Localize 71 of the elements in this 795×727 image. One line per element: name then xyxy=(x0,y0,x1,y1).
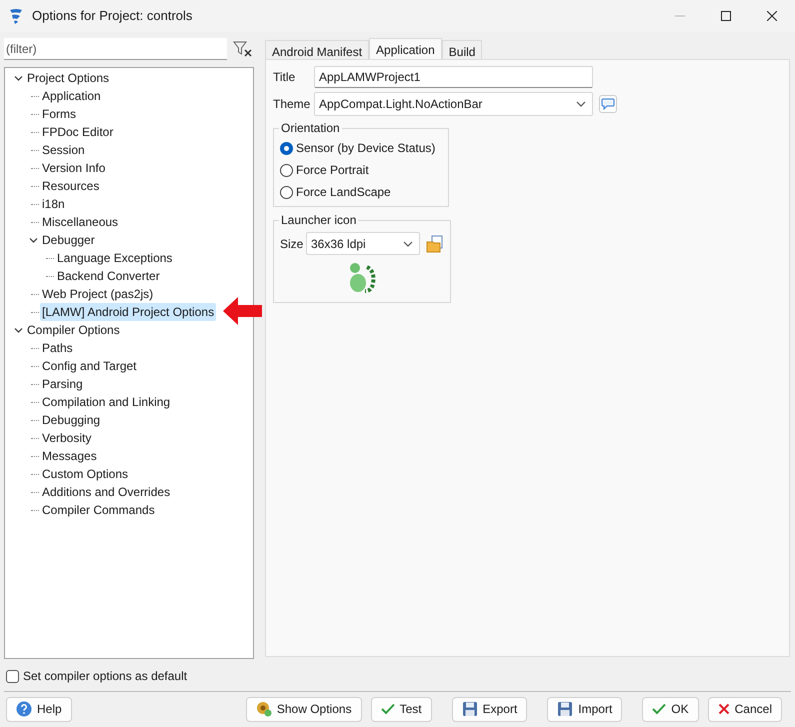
tab[interactable]: Build xyxy=(442,40,482,59)
dialog-button[interactable]: Test xyxy=(370,696,432,722)
clear-filter-icon[interactable] xyxy=(233,40,253,58)
help-icon xyxy=(16,701,32,717)
gear-icon xyxy=(256,701,272,717)
tree-item[interactable]: Web Project (pas2js) xyxy=(40,285,156,303)
title-field[interactable]: AppLAMWProject1 xyxy=(314,66,593,88)
tree-item[interactable]: Language Exceptions xyxy=(55,249,174,267)
group-title: Launcher icon xyxy=(280,212,358,229)
lemur-icon xyxy=(347,261,377,293)
tree-item[interactable]: Compiler Commands xyxy=(40,501,157,519)
dialog-button[interactable]: Import xyxy=(547,696,622,722)
group-title: Orientation xyxy=(280,120,341,137)
window-title: Options for Project: controls xyxy=(32,7,192,26)
pointer-arrow xyxy=(222,296,263,326)
tree-item[interactable]: Application xyxy=(40,87,103,105)
tree-item[interactable]: Miscellaneous xyxy=(40,213,120,231)
tree-item[interactable]: Paths xyxy=(40,339,75,357)
chevron-icon[interactable] xyxy=(14,326,22,334)
theme-dropdown[interactable]: AppCompat.Light.NoActionBar xyxy=(314,92,593,116)
tree-item[interactable]: Backend Converter xyxy=(55,267,162,285)
tree-item[interactable]: Verbosity xyxy=(40,429,94,447)
tree-item[interactable]: Version Info xyxy=(40,159,108,177)
dropdown-caret-icon xyxy=(576,101,586,107)
checkbox-label: Set compiler options as default xyxy=(23,668,188,685)
app-logo-icon xyxy=(9,8,23,24)
tree-item[interactable]: Parsing xyxy=(40,375,85,393)
cross-icon xyxy=(718,703,730,715)
close-icon[interactable] xyxy=(767,11,777,21)
radio-button[interactable] xyxy=(280,186,293,198)
check-icon xyxy=(652,703,666,715)
tab[interactable]: Android Manifest xyxy=(265,40,370,59)
tree-item[interactable]: i18n xyxy=(40,195,67,213)
dialog-button[interactable]: Cancel xyxy=(708,696,782,722)
tree-item[interactable]: Debugger xyxy=(40,231,97,249)
radio-label: Force LandScape xyxy=(296,184,391,201)
dialog-button[interactable]: Show Options xyxy=(246,696,362,722)
field-label: Size xyxy=(280,236,304,252)
tree-item[interactable]: Session xyxy=(40,141,87,159)
tree-item[interactable]: Messages xyxy=(40,447,99,465)
tree-item[interactable]: Compilation and Linking xyxy=(40,393,172,411)
chevron-icon[interactable] xyxy=(28,236,38,244)
tree-item[interactable]: Debugging xyxy=(40,411,102,429)
tree-item[interactable]: Compiler Options xyxy=(25,321,122,339)
dialog-button[interactable]: Help xyxy=(6,696,72,722)
radio-button[interactable] xyxy=(280,164,293,176)
tree-item[interactable]: Config and Target xyxy=(40,357,139,375)
tree-item[interactable]: Project Options xyxy=(25,69,112,87)
field-label: Title xyxy=(273,69,296,86)
size-dropdown[interactable]: 36x36 ldpi xyxy=(306,232,420,255)
radio-button[interactable] xyxy=(280,142,293,154)
tree-item[interactable]: Forms xyxy=(40,105,78,123)
tree-item[interactable]: FPDoc Editor xyxy=(40,123,116,141)
field-label: Theme xyxy=(273,96,312,113)
dialog-button[interactable]: Export xyxy=(452,696,528,722)
dropdown-caret-icon xyxy=(403,240,413,246)
tree-item[interactable]: [LAMW] Android Project Options xyxy=(40,303,216,321)
check-icon xyxy=(380,703,395,715)
tree-item[interactable]: Additions and Overrides xyxy=(40,483,172,501)
tree-item[interactable]: Resources xyxy=(40,177,102,195)
checkbox[interactable] xyxy=(6,670,19,682)
dialog-button[interactable]: OK xyxy=(642,696,699,722)
tab[interactable]: Application xyxy=(369,38,442,59)
tree-item[interactable]: Custom Options xyxy=(40,465,130,483)
radio-label: Force Portrait xyxy=(296,162,369,179)
open-folder-icon[interactable] xyxy=(426,234,444,252)
speech-bubble-icon[interactable] xyxy=(601,98,615,110)
radio-label: Sensor (by Device Status) xyxy=(296,140,436,157)
chevron-icon[interactable] xyxy=(14,74,22,82)
filter-field[interactable]: (filter) xyxy=(4,38,227,60)
maximize-icon[interactable] xyxy=(721,11,731,21)
